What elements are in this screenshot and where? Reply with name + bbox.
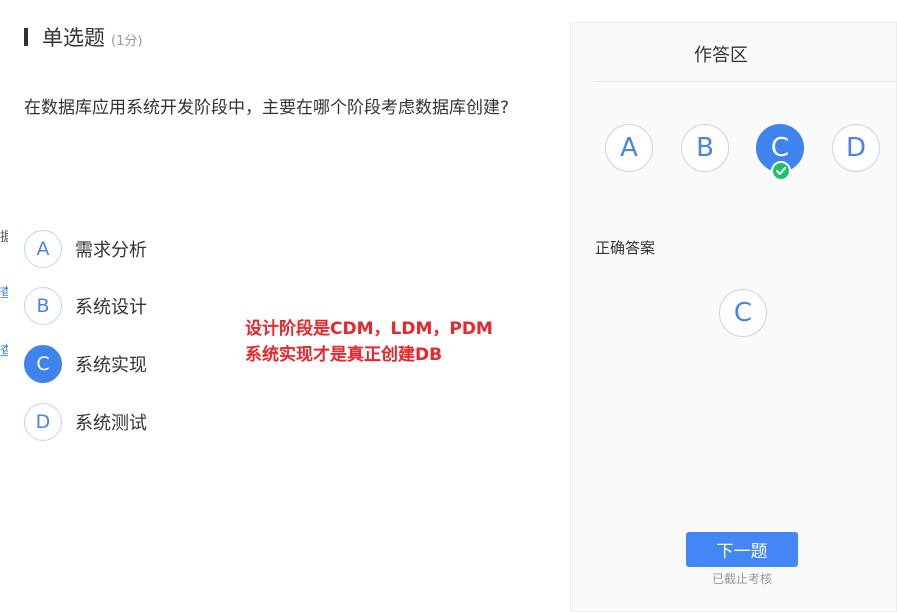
- option-b[interactable]: B 系统设计: [24, 286, 147, 326]
- option-letter: B: [24, 287, 62, 325]
- option-text: 需求分析: [75, 240, 147, 261]
- answer-sheet-option-b[interactable]: B: [681, 124, 729, 172]
- panel-title: 作答区: [694, 45, 748, 66]
- question-stem: 在数据库应用系统开发阶段中，主要在哪个阶段考虑数据库创建?: [24, 98, 510, 118]
- annotation-line: 系统实现才是真正创建DB: [245, 345, 443, 365]
- option-d[interactable]: D 系统测试: [24, 402, 147, 442]
- option-text: 系统测试: [75, 413, 147, 434]
- left-edge-fragment: 据: [0, 230, 8, 245]
- option-a[interactable]: A 需求分析: [24, 229, 147, 269]
- option-letter: D: [24, 403, 62, 441]
- option-letter: A: [24, 230, 62, 268]
- question-header: 单选题 (1分): [24, 22, 142, 52]
- title-marker: [24, 28, 28, 46]
- answer-sheet-option-a[interactable]: A: [605, 124, 653, 172]
- status-text: 已截止考核: [711, 572, 772, 586]
- option-text: 系统设计: [75, 297, 147, 318]
- correct-answer-value: C: [719, 289, 767, 337]
- left-edge-link-fragment[interactable]: 查: [0, 340, 8, 359]
- left-edge-link-fragment[interactable]: 查: [0, 282, 8, 301]
- question-score: (1分): [111, 34, 143, 49]
- answer-sheet-option-d[interactable]: D: [832, 124, 880, 172]
- option-text: 系统实现: [75, 355, 147, 376]
- answer-panel: 作答区 A B C D 正确答案 C 下一题 已截止考核: [570, 22, 897, 612]
- option-c[interactable]: C 系统实现: [24, 344, 147, 384]
- question-type: 单选题: [42, 26, 105, 50]
- divider: [595, 81, 896, 82]
- check-icon: [771, 161, 791, 181]
- option-letter-selected: C: [24, 345, 62, 383]
- annotation-note: 设计阶段是CDM，LDM，PDM 系统实现才是真正创建DB: [245, 316, 493, 368]
- next-question-button[interactable]: 下一题: [686, 532, 798, 567]
- annotation-line: 设计阶段是CDM，LDM，PDM: [245, 319, 493, 339]
- correct-answer-label: 正确答案: [595, 239, 656, 257]
